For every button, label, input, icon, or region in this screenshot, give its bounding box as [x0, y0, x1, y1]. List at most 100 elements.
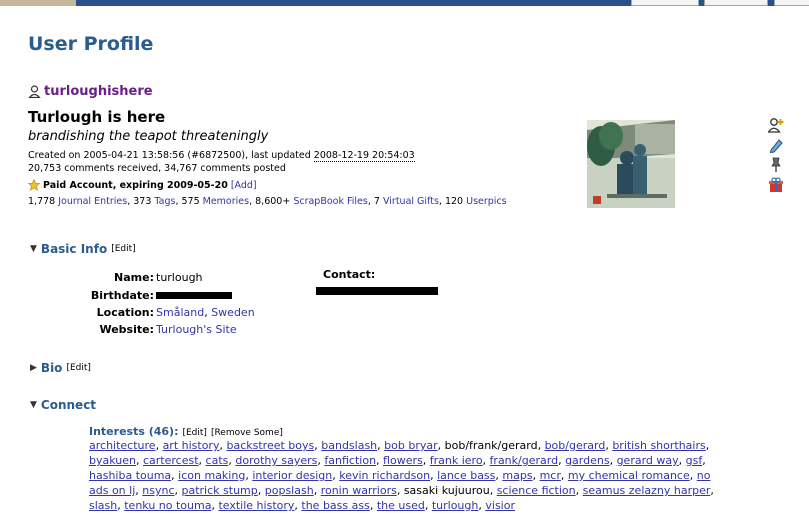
bio-section-header[interactable]: ▶ Bio [Edit]: [30, 361, 91, 375]
interest-item[interactable]: fanfiction: [324, 454, 376, 467]
interest-item[interactable]: frank/gerard: [490, 454, 559, 467]
interest-item[interactable]: art history: [163, 439, 220, 452]
birthdate-redaction: [156, 292, 232, 299]
interest-item[interactable]: lance bass: [437, 469, 495, 482]
stat-link[interactable]: Virtual Gifts: [383, 196, 439, 207]
site-logo[interactable]: [0, 0, 76, 6]
stat-link[interactable]: Tags: [154, 196, 175, 207]
interest-item[interactable]: flowers: [383, 454, 423, 467]
interests-label: Interests (46):: [89, 425, 179, 438]
contact-label: Contact:: [323, 268, 376, 281]
birthdate-label: Birthdate:: [90, 289, 154, 302]
search-button[interactable]: [774, 0, 809, 6]
interest-item[interactable]: kevin richardson: [339, 469, 430, 482]
interest-item[interactable]: interior design: [252, 469, 332, 482]
interest-item[interactable]: gardens: [565, 454, 610, 467]
stat-item: 575 Memories: [181, 196, 249, 207]
interest-item[interactable]: icon making: [178, 469, 245, 482]
collapsed-arrow-icon[interactable]: ▶: [30, 363, 37, 373]
interest-item[interactable]: backstreet boys: [226, 439, 314, 452]
userpic[interactable]: [587, 120, 675, 208]
expand-arrow-icon[interactable]: ▼: [30, 244, 37, 254]
search-field[interactable]: [631, 0, 699, 6]
interest-item[interactable]: cats: [206, 454, 229, 467]
interest-item[interactable]: maps: [502, 469, 532, 482]
location-region-link[interactable]: Småland: [156, 306, 204, 319]
expand-arrow-icon[interactable]: ▼: [30, 400, 37, 410]
interest-item: bob/frank/gerard: [444, 439, 538, 452]
interest-item[interactable]: patrick stump: [182, 484, 258, 497]
profile-stats: 1,778 Journal Entries, 373 Tags, 575 Mem…: [28, 196, 507, 207]
interest-item[interactable]: gerard way: [617, 454, 679, 467]
username-link[interactable]: turloughishere: [28, 84, 153, 99]
contact-redaction: [316, 287, 438, 295]
add-friend-icon[interactable]: [768, 117, 784, 133]
interests-list: architecture, art history, backstreet bo…: [89, 439, 714, 512]
user-icon: [28, 85, 41, 98]
interest-item[interactable]: the used: [377, 499, 425, 512]
interest-item[interactable]: british shorthairs: [612, 439, 705, 452]
location-country-link[interactable]: Sweden: [211, 306, 254, 319]
name-row: Name: turlough: [14, 271, 203, 284]
basic-info-section-header[interactable]: ▼ Basic Info [Edit]: [30, 242, 136, 256]
interest-item[interactable]: ronin warriors: [321, 484, 397, 497]
username[interactable]: turloughishere: [44, 84, 153, 99]
basic-info-edit-link[interactable]: [Edit]: [111, 244, 135, 254]
birthdate-row: Birthdate:: [14, 289, 232, 302]
last-updated: 2008-12-19 20:54:03: [313, 150, 415, 162]
bio-heading: Bio: [40, 361, 63, 375]
stat-link[interactable]: Journal Entries: [58, 196, 127, 207]
interests-remove-link[interactable]: [Remove Some]: [211, 428, 283, 438]
gift-icon[interactable]: [768, 177, 784, 193]
interest-item[interactable]: turlough: [432, 499, 479, 512]
top-nav-bar: [0, 0, 809, 6]
stat-link[interactable]: Memories: [203, 196, 249, 207]
stat-count: 575: [181, 196, 203, 207]
name-label: Name:: [114, 271, 154, 284]
profile-actions: [768, 117, 784, 193]
interest-item[interactable]: byakuen: [89, 454, 136, 467]
page-title: User Profile: [28, 33, 154, 55]
name-value: turlough: [156, 271, 203, 284]
interest-item[interactable]: science fiction: [497, 484, 576, 497]
stat-item: 120 Userpics: [445, 196, 507, 207]
website-link[interactable]: Turlough's Site: [156, 323, 237, 336]
interest-item[interactable]: visior: [485, 499, 515, 512]
interest-item[interactable]: textile history: [218, 499, 294, 512]
interest-item[interactable]: tenku no touma: [124, 499, 211, 512]
interest-item[interactable]: seamus zelazny harper: [583, 484, 711, 497]
interest-item[interactable]: bob bryar: [384, 439, 437, 452]
created-info: Created on 2005-04-21 13:58:56 (#6872500…: [28, 150, 415, 162]
search-type-select[interactable]: [704, 0, 768, 6]
interests-edit-link[interactable]: [Edit]: [182, 428, 206, 438]
add-paid-time-link[interactable]: [Add]: [231, 180, 257, 191]
stat-link[interactable]: Userpics: [466, 196, 507, 207]
pencil-icon[interactable]: [768, 137, 784, 153]
connect-heading: Connect: [40, 398, 97, 412]
interest-item: sasaki kujuurou: [403, 484, 490, 497]
location-row: Location: Småland, Sweden: [14, 306, 255, 319]
pushpin-icon[interactable]: [768, 157, 784, 173]
interest-item[interactable]: nsync: [142, 484, 174, 497]
stat-count: 1,778: [28, 196, 59, 207]
star-icon: [28, 179, 40, 191]
connect-section-header[interactable]: ▼ Connect: [30, 398, 96, 412]
interest-item[interactable]: popslash: [265, 484, 314, 497]
location-label: Location:: [96, 306, 154, 319]
interest-item[interactable]: bandslash: [321, 439, 377, 452]
interest-item[interactable]: slash: [89, 499, 117, 512]
stat-count: 7: [373, 196, 383, 207]
bio-edit-link[interactable]: [Edit]: [66, 363, 90, 373]
interest-item[interactable]: the bass ass: [301, 499, 369, 512]
interest-item[interactable]: dorothy sayers: [235, 454, 317, 467]
interest-item[interactable]: my chemical romance: [568, 469, 690, 482]
interests-header: Interests (46): [Edit] [Remove Some]: [89, 425, 283, 438]
interest-item[interactable]: bob/gerard: [545, 439, 606, 452]
interest-item[interactable]: hashiba touma: [89, 469, 171, 482]
interest-item[interactable]: architecture: [89, 439, 156, 452]
interest-item[interactable]: gsf: [686, 454, 703, 467]
interest-item[interactable]: frank iero: [430, 454, 483, 467]
stat-link[interactable]: ScrapBook Files: [293, 196, 368, 207]
interest-item[interactable]: mcr: [540, 469, 561, 482]
interest-item[interactable]: cartercest: [143, 454, 199, 467]
